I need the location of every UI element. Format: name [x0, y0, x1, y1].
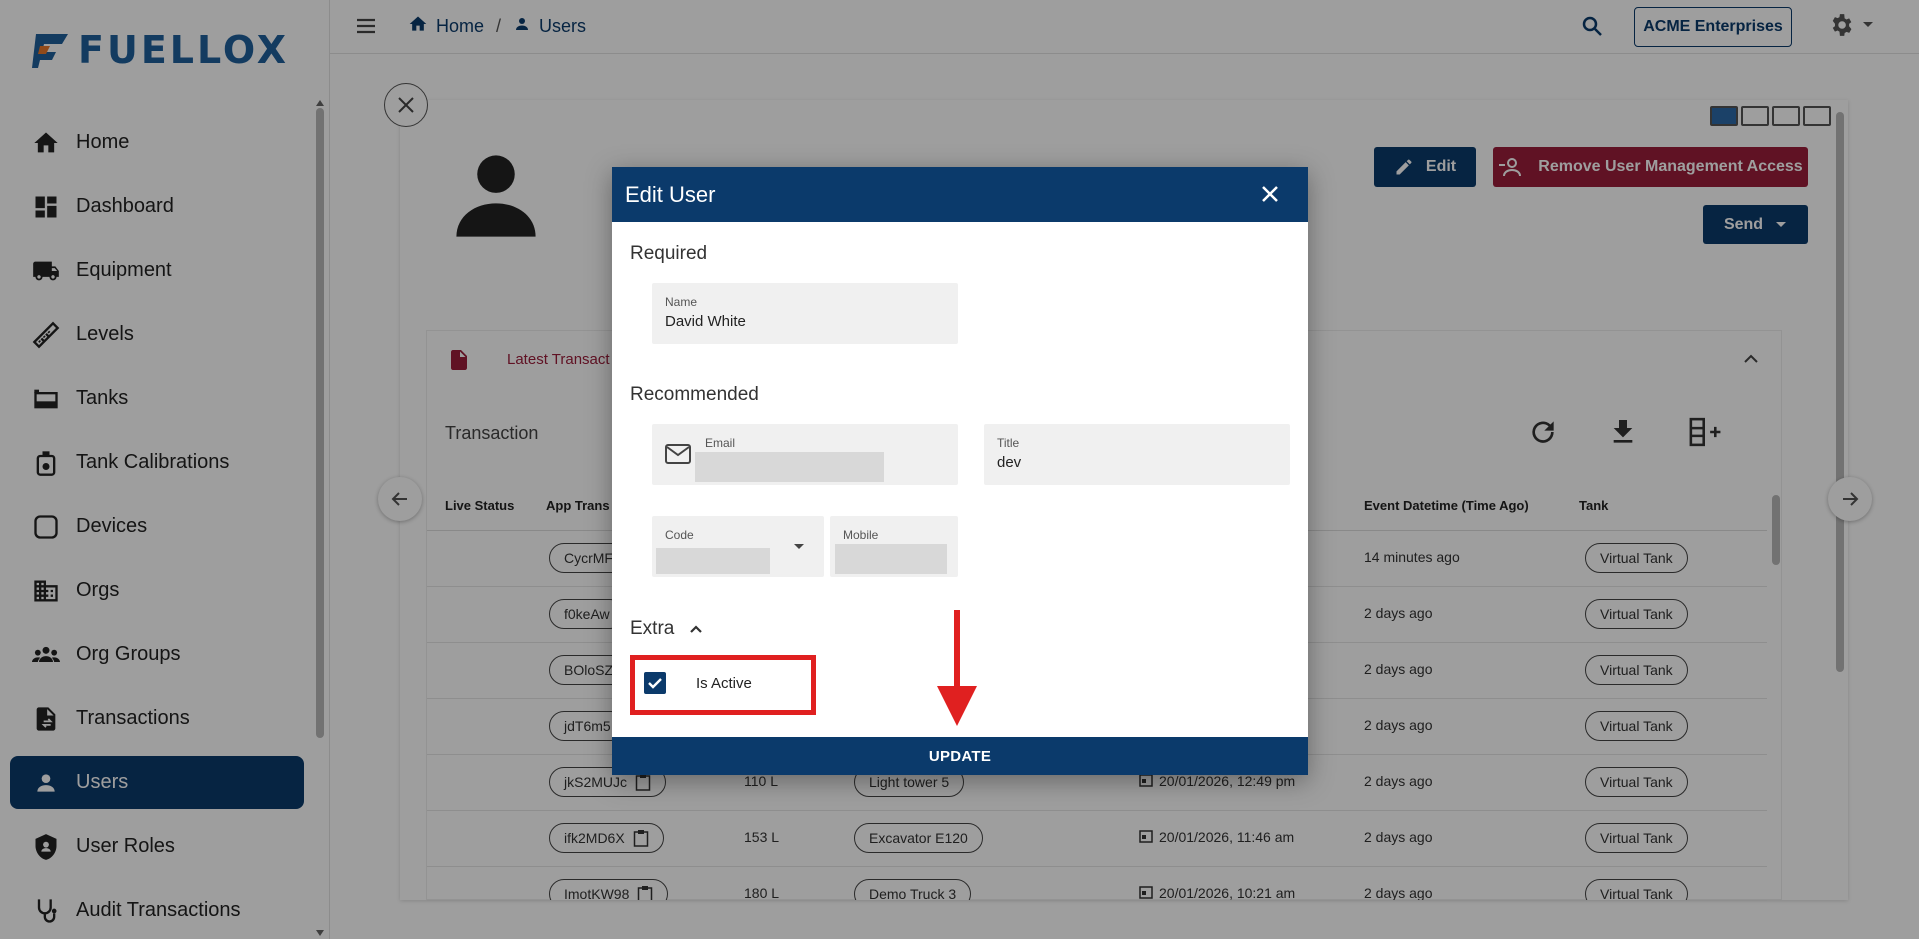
section-extra[interactable]: Extra — [630, 618, 704, 640]
email-field[interactable]: Email — [652, 424, 958, 485]
checkmark-icon — [648, 678, 662, 689]
annotation-arrow-icon — [936, 610, 978, 733]
is-active-checkbox[interactable] — [644, 672, 666, 694]
mail-icon — [665, 444, 691, 464]
mobile-redacted — [835, 544, 947, 574]
code-redacted — [656, 548, 770, 574]
code-select[interactable]: Code — [652, 516, 824, 577]
section-required: Required — [630, 243, 708, 264]
dropdown-arrow-icon — [794, 544, 804, 549]
mobile-field[interactable]: Mobile — [830, 516, 958, 577]
title-value: dev — [997, 454, 1022, 471]
title-field[interactable]: Title dev — [984, 424, 1290, 485]
mobile-label: Mobile — [843, 528, 879, 542]
is-active-label[interactable]: Is Active — [696, 675, 752, 692]
extra-label: Extra — [630, 618, 675, 639]
dialog-title: Edit User — [625, 181, 716, 207]
name-label: Name — [665, 295, 698, 309]
email-redacted — [695, 452, 884, 482]
update-button[interactable]: UPDATE — [612, 737, 1308, 775]
title-label: Title — [997, 436, 1020, 450]
name-field[interactable]: Name David White — [652, 283, 958, 344]
dialog-header: Edit User — [612, 167, 1308, 222]
chevron-up-icon — [690, 625, 703, 633]
email-label: Email — [705, 436, 736, 450]
close-icon[interactable] — [1258, 182, 1282, 211]
code-label: Code — [665, 528, 694, 542]
name-value: David White — [665, 313, 746, 330]
section-recommended: Recommended — [630, 384, 759, 405]
